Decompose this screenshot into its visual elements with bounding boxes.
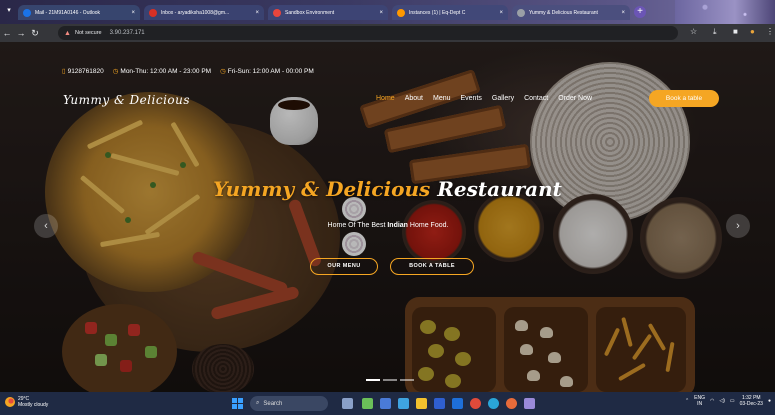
chrome-canary-icon[interactable] — [506, 398, 517, 409]
web-page: ▯ 9128761820 ◷ Mon-Thu: 12:00 AM - 23:00 P… — [0, 42, 775, 392]
tab-restaurant-active[interactable]: Yummy & Delicious Restaurant × — [512, 5, 630, 20]
sandbox-icon — [273, 8, 281, 17]
tab-gmail[interactable]: Inbox - aryadiksha1008@gm... × — [144, 5, 264, 20]
security-indicator[interactable]: ▲ Not secure — [64, 30, 102, 37]
vscode-icon[interactable] — [488, 398, 499, 409]
hero-subtitle: Home Of The Best Indian Home Food. — [327, 222, 449, 229]
close-icon[interactable]: × — [131, 10, 135, 16]
clock[interactable]: 1:32 PM 03-Dec-23 — [740, 395, 763, 407]
gmail-icon — [149, 8, 157, 17]
hero-title-accent: Yummy & Delicious — [213, 177, 431, 201]
weather-icon — [5, 397, 15, 407]
widgets-icon[interactable] — [362, 398, 373, 409]
close-icon[interactable]: × — [621, 10, 625, 16]
nav-menu[interactable]: Menu — [433, 95, 451, 102]
edge-icon[interactable] — [398, 398, 409, 409]
language-indicator[interactable]: ENG IN — [694, 395, 705, 407]
book-a-table-button[interactable]: Book a table — [649, 90, 719, 107]
warning-icon: ▲ — [64, 29, 71, 37]
taskbar-search[interactable]: ⌕ Search — [250, 396, 328, 411]
sidebar-icon[interactable]: ■ — [733, 27, 738, 36]
file-explorer-icon[interactable] — [416, 398, 427, 409]
reload-icon[interactable]: ↻ — [28, 28, 42, 39]
nav-gallery[interactable]: Gallery — [492, 95, 514, 102]
close-icon[interactable]: × — [379, 10, 383, 16]
nav-events[interactable]: Events — [461, 95, 482, 102]
photos-icon[interactable] — [524, 398, 535, 409]
windows-taskbar: 29°C Mostly cloudy ⌕ Search ⌃ ENG IN ◠ ◁… — [0, 392, 775, 415]
bookmark-star-icon[interactable]: ☆ — [690, 27, 697, 36]
our-menu-button[interactable]: OUR MENU — [310, 258, 378, 275]
task-view-icon[interactable] — [342, 398, 353, 409]
tab-aws-instances[interactable]: Instances (1) | Eq-Dept C × — [392, 5, 508, 20]
nav-contact[interactable]: Contact — [524, 95, 548, 102]
carousel-dot-3[interactable] — [400, 379, 414, 381]
search-icon: ⌕ — [256, 400, 260, 406]
url-field[interactable]: ▲ Not secure 3.90.237.171 — [58, 26, 678, 40]
carousel-dot-1[interactable] — [366, 379, 380, 381]
carousel-dot-2[interactable] — [383, 379, 397, 381]
hero-title: Yummy & Delicious Restaurant — [0, 177, 775, 201]
windows-start-icon[interactable] — [232, 398, 243, 409]
nav-home[interactable]: Home — [376, 95, 395, 102]
outlook-icon — [23, 8, 31, 17]
window-decoration — [675, 0, 775, 24]
tab-search-icon[interactable]: ▾ — [4, 6, 14, 16]
contact-info-bar: ▯ 9128761820 ◷ Mon-Thu: 12:00 AM - 23:00 P… — [62, 67, 314, 75]
wifi-icon[interactable]: ◠ — [710, 398, 714, 404]
volume-icon[interactable]: ◁) — [719, 398, 725, 404]
weekend-hours: ◷ Fri-Sun: 12:00 AM - 00:00 PM — [220, 68, 314, 75]
aws-icon — [397, 8, 405, 17]
phone-info: ▯ 9128761820 — [62, 68, 104, 75]
store-icon[interactable] — [434, 398, 445, 409]
profile-avatar[interactable]: ● — [750, 27, 755, 36]
new-tab-button[interactable]: + — [634, 6, 646, 18]
carousel-indicators — [366, 379, 414, 381]
notification-icon[interactable]: ● — [768, 398, 771, 404]
site-logo[interactable]: Yummy & Delicious — [63, 93, 190, 107]
browser-tab-bar: ▾ Mail - 21M91A0146 - Outlook × Inbox - … — [0, 0, 775, 24]
nav-about[interactable]: About — [405, 95, 423, 102]
weather-widget[interactable]: 29°C Mostly cloudy — [5, 396, 48, 408]
menu-kebab-icon[interactable]: ⋮ — [766, 27, 774, 36]
system-tray: ⌃ ENG IN ◠ ◁) ▭ 1:32 PM 03-Dec-23 ● — [685, 395, 771, 407]
close-icon[interactable]: × — [499, 10, 503, 16]
url-text: 3.90.237.171 — [109, 30, 145, 36]
chevron-up-icon[interactable]: ⌃ — [685, 398, 689, 404]
forward-icon[interactable]: → — [14, 28, 28, 38]
clock-icon: ◷ — [112, 68, 119, 75]
main-nav: Home About Menu Events Gallery Contact O… — [376, 95, 592, 102]
globe-icon — [517, 8, 525, 17]
download-icon[interactable]: ⤓ — [713, 27, 717, 37]
book-table-hero-button[interactable]: BOOK A TABLE — [390, 258, 474, 275]
hero-title-white: Restaurant — [437, 177, 562, 201]
close-icon[interactable]: × — [255, 10, 259, 16]
chrome-icon[interactable] — [470, 398, 481, 409]
address-bar: ← → ↻ ▲ Not secure 3.90.237.171 ☆ ⤓ ■ ● … — [0, 24, 775, 42]
carousel-next-arrow-icon[interactable]: › — [726, 214, 750, 238]
tab-sandbox[interactable]: Sandbox Environment × — [268, 5, 388, 20]
word-icon[interactable] — [452, 398, 463, 409]
clock-icon: ◷ — [220, 68, 226, 75]
nav-order-now[interactable]: Order Now — [558, 95, 592, 102]
weekday-hours: ◷ Mon-Thu: 12:00 AM - 23:00 PM — [112, 68, 212, 75]
carousel-prev-arrow-icon[interactable]: ‹ — [34, 214, 58, 238]
phone-icon: ▯ — [62, 68, 66, 75]
battery-icon[interactable]: ▭ — [730, 398, 735, 404]
tab-outlook[interactable]: Mail - 21M91A0146 - Outlook × — [18, 5, 140, 20]
back-icon[interactable]: ← — [0, 28, 14, 38]
chat-icon[interactable] — [380, 398, 391, 409]
